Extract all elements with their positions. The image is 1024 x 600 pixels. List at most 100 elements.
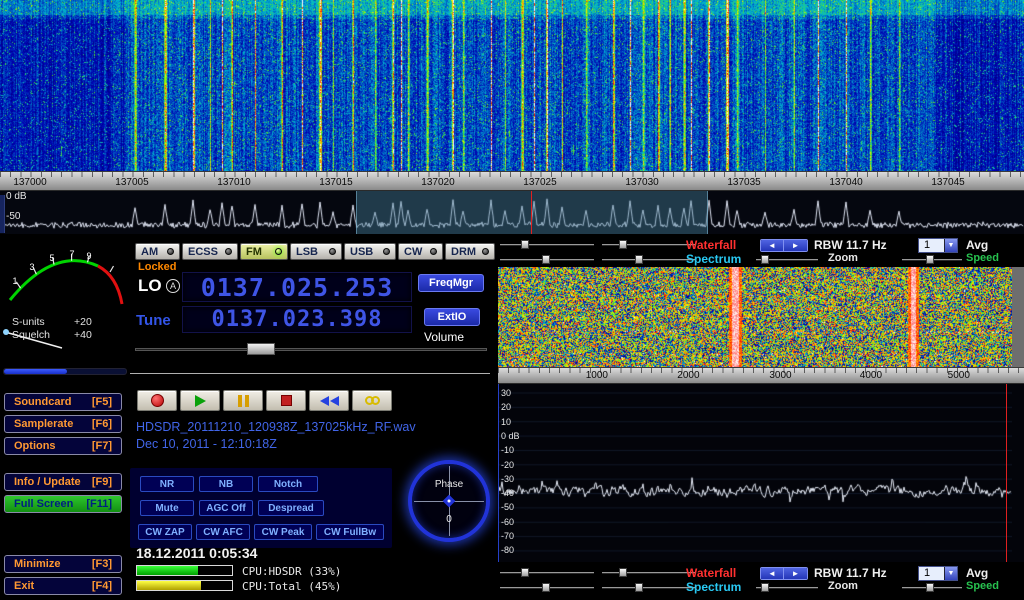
extio-button[interactable]: ExtIO: [424, 308, 480, 326]
combo-arrow-icon[interactable]: ▼: [944, 239, 957, 252]
left-arrow-button[interactable]: ◄: [761, 568, 784, 579]
cw-peak-button[interactable]: CW Peak: [254, 524, 312, 540]
audio-db-label: -10: [501, 445, 514, 455]
spectrum-range-slider[interactable]: [602, 253, 696, 265]
nb-button[interactable]: NB: [199, 476, 253, 492]
notch-button[interactable]: Notch: [258, 476, 318, 492]
avg-count-select[interactable]: 1 ▼: [918, 566, 958, 581]
avg-label: Avg: [966, 566, 988, 580]
slider-thumb[interactable]: [542, 255, 550, 264]
lo-label: LO: [138, 276, 162, 296]
phase-indicator: Phase 0: [408, 460, 490, 542]
slider-thumb[interactable]: [926, 583, 934, 592]
mode-led-icon: [167, 248, 174, 255]
rf-spectrum-scale-slider[interactable]: [0, 195, 5, 233]
rf-waterfall-canvas[interactable]: [0, 0, 1024, 171]
audio-waterfall-canvas[interactable]: [498, 267, 1012, 367]
mode-button-fm[interactable]: FM: [240, 243, 288, 260]
audio-spectrum-canvas[interactable]: [498, 384, 1012, 562]
menu-button-exit[interactable]: Exit[F4]: [4, 577, 122, 595]
rf-db-mid-label: -50: [6, 211, 20, 222]
spectrum-range-slider[interactable]: [602, 581, 696, 593]
phase-label: Phase: [412, 479, 486, 490]
rf-passband-overlay[interactable]: [356, 191, 707, 234]
agc-button[interactable]: AGC Off: [199, 500, 253, 516]
mode-label: USB: [350, 246, 373, 258]
audio-frequency-ruler[interactable]: 1000 2000 3000 4000 5000: [498, 367, 1024, 384]
rf-frequency-ruler[interactable]: 137000 137005 137010 137015 137020 13702…: [0, 171, 1024, 191]
menu-label: Info / Update: [14, 476, 81, 488]
waterfall-contrast-slider[interactable]: [602, 238, 696, 250]
cw-zap-button[interactable]: CW ZAP: [138, 524, 192, 540]
mode-button-usb[interactable]: USB: [344, 243, 396, 260]
pause-button[interactable]: [223, 390, 263, 411]
slider-thumb[interactable]: [619, 240, 627, 249]
mute-button[interactable]: Mute: [140, 500, 194, 516]
zoom-slider[interactable]: [756, 581, 818, 593]
mode-button-cw[interactable]: CW: [398, 243, 443, 260]
mode-button-drm[interactable]: DRM: [445, 243, 495, 260]
mode-button-am[interactable]: AM: [135, 243, 180, 260]
volume-slider-thumb[interactable]: [247, 343, 275, 355]
speed-slider[interactable]: [902, 253, 962, 265]
zoom-slider[interactable]: [756, 253, 818, 265]
nr-button[interactable]: NR: [140, 476, 194, 492]
loop-icon: [365, 396, 380, 405]
squelch-slider[interactable]: [3, 368, 127, 375]
mode-label: LSB: [296, 246, 318, 258]
band-arrows: ◄ ►: [760, 567, 808, 580]
slider-thumb[interactable]: [761, 583, 769, 592]
play-button[interactable]: [180, 390, 220, 411]
menu-button-samplerate[interactable]: Samplerate[F6]: [4, 415, 122, 433]
avg-count-select[interactable]: 1 ▼: [918, 238, 958, 253]
rf-ruler-label: 137040: [829, 177, 862, 188]
slider-thumb[interactable]: [761, 255, 769, 264]
audio-db-label: 0 dB: [501, 431, 520, 441]
cw-fullbw-label: CW FullBw: [324, 527, 376, 538]
combo-arrow-icon[interactable]: ▼: [944, 567, 957, 580]
record-button[interactable]: [137, 390, 177, 411]
volume-slider[interactable]: [135, 342, 487, 356]
tune-frequency-display[interactable]: 0137.023.398: [182, 306, 412, 333]
slider-thumb[interactable]: [635, 583, 643, 592]
menu-button-fullscreen[interactable]: Full Screen[F11]: [4, 495, 122, 513]
spectrum-ref-slider[interactable]: [500, 253, 594, 265]
despread-button[interactable]: Despread: [258, 500, 324, 516]
spectrum-ref-slider[interactable]: [500, 581, 594, 593]
slider-thumb[interactable]: [542, 583, 550, 592]
menu-button-info-update[interactable]: Info / Update[F9]: [4, 473, 122, 491]
menu-button-soundcard[interactable]: Soundcard[F5]: [4, 393, 122, 411]
mode-button-ecss[interactable]: ECSS: [182, 243, 238, 260]
slider-thumb[interactable]: [619, 568, 627, 577]
lo-frequency-display[interactable]: 0137.025.253: [182, 272, 412, 302]
mode-button-lsb[interactable]: LSB: [290, 243, 342, 260]
waterfall-brightness-slider[interactable]: [500, 238, 594, 250]
speed-slider[interactable]: [902, 581, 962, 593]
slider-thumb[interactable]: [635, 255, 643, 264]
mode-label: AM: [141, 246, 158, 258]
menu-key: [F11]: [86, 498, 112, 510]
audio-cursor-line[interactable]: [1006, 384, 1007, 562]
menu-button-minimize[interactable]: Minimize[F3]: [4, 555, 122, 573]
freqmgr-button[interactable]: FreqMgr: [418, 274, 484, 292]
loop-button[interactable]: [352, 390, 392, 411]
rf-tune-marker[interactable]: [531, 191, 532, 234]
rewind-button[interactable]: [309, 390, 349, 411]
left-arrow-button[interactable]: ◄: [761, 240, 784, 251]
squelch-slider-fill[interactable]: [4, 369, 67, 374]
menu-button-options[interactable]: Options[F7]: [4, 437, 122, 455]
waterfall-contrast-slider[interactable]: [602, 566, 696, 578]
right-arrow-button[interactable]: ►: [784, 240, 807, 251]
audio-db-label: -60: [501, 517, 514, 527]
cw-afc-button[interactable]: CW AFC: [196, 524, 250, 540]
slider-thumb[interactable]: [521, 240, 529, 249]
slider-thumb[interactable]: [521, 568, 529, 577]
cw-fullbw-button[interactable]: CW FullBw: [316, 524, 384, 540]
stop-button[interactable]: [266, 390, 306, 411]
slider-thumb[interactable]: [926, 255, 934, 264]
audio-ruler-label: 5000: [948, 370, 970, 381]
waterfall-brightness-slider[interactable]: [500, 566, 594, 578]
lock-a-badge[interactable]: A: [166, 279, 180, 293]
phase-center-dot: [448, 500, 451, 503]
right-arrow-button[interactable]: ►: [784, 568, 807, 579]
